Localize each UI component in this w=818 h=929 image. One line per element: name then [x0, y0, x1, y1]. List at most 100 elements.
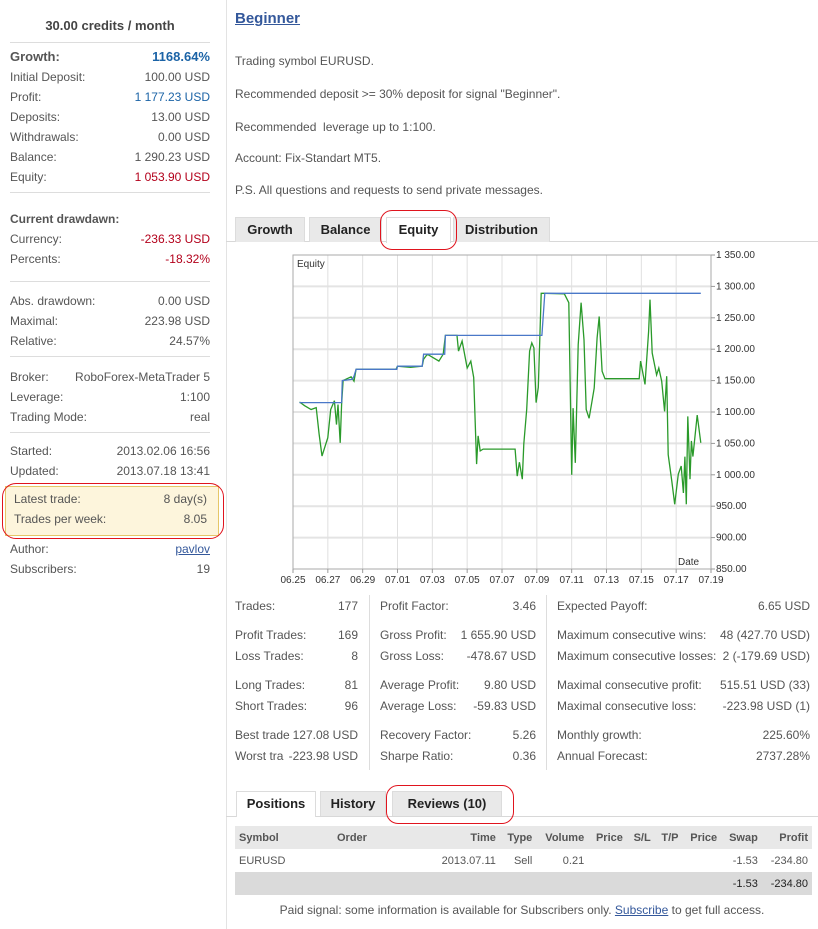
- currency-label: Currency:: [10, 232, 63, 246]
- stat-row: Worst tra -223.98 USD: [235, 748, 358, 764]
- stat-row: Annual Forecast: 2737.28%: [557, 748, 810, 764]
- updated-value: 2013.07.18 13:41: [116, 464, 210, 478]
- col-swap: Swap: [721, 826, 762, 849]
- divider: [10, 432, 210, 433]
- x-tick-label: 07.01: [385, 575, 410, 586]
- withdrawals-label: Withdrawals:: [10, 130, 79, 144]
- table-total-row: -1.53 -234.80: [235, 872, 812, 895]
- description-line: P.S. All questions and requests to send …: [235, 183, 543, 197]
- annotation-circle: [386, 785, 514, 824]
- leverage-value: 1:100: [179, 390, 210, 404]
- deposits-row: Deposits: 13.00 USD: [10, 108, 210, 126]
- y-tick-label: 850.00: [716, 564, 747, 575]
- stat-value: -59.83 USD: [473, 698, 536, 714]
- subscribers-label: Subscribers:: [10, 562, 77, 576]
- notice-text: to get full access.: [668, 903, 765, 917]
- stat-row: Profit Trades: 169: [235, 627, 358, 643]
- stat-value: 2 (-179.69 USD): [722, 648, 810, 664]
- stat-row: Gross Profit: 1 655.90 USD: [380, 627, 536, 643]
- withdrawals-row: Withdrawals: 0.00 USD: [10, 128, 210, 146]
- stat-value: 177: [337, 598, 358, 614]
- equity-chart: Equity Date 850.00 900.00 950.00 1 000.00 1 …: [280, 250, 755, 586]
- tab-history[interactable]: History: [320, 791, 386, 816]
- signal-summary-sidebar: 30.00 credits / month Growth: 1168.64% In…: [0, 0, 227, 929]
- broker-label: Broker:: [10, 370, 49, 384]
- cell-swap: -1.53: [732, 854, 758, 867]
- stat-value: 81: [344, 677, 358, 693]
- col-price: Price: [588, 826, 627, 849]
- stat-value: 96: [344, 698, 358, 714]
- stat-label: Short Trades:: [235, 699, 308, 713]
- author-row: Author: pavlov: [10, 540, 210, 558]
- author-link[interactable]: pavlov: [175, 540, 210, 558]
- chart-legend-label: Equity: [297, 259, 325, 270]
- cell-profit: -234.80: [770, 854, 808, 867]
- chart-series: [299, 292, 702, 505]
- y-tick-label: 1 000.00: [716, 470, 755, 481]
- cell-time: 2013.07.11: [441, 854, 496, 867]
- started-row: Started: 2013.02.06 16:56: [10, 442, 210, 460]
- cell-volume: 0.21: [562, 854, 585, 867]
- tab-balance[interactable]: Balance: [309, 217, 382, 242]
- stat-row: Profit Factor: 3.46: [380, 598, 536, 614]
- x-tick-label: 06.29: [350, 575, 375, 586]
- stat-value: 48 (427.70 USD): [719, 627, 810, 643]
- divider: [546, 595, 547, 770]
- stat-label: Best trade: [235, 728, 290, 742]
- stat-label: Maximal consecutive loss:: [557, 699, 697, 713]
- col-profit: Profit: [761, 826, 812, 849]
- divider: [10, 42, 210, 43]
- paid-signal-notice: Paid signal: some information is availab…: [226, 903, 818, 917]
- x-tick-label: 07.19: [698, 575, 723, 586]
- chart-grid: [293, 255, 711, 569]
- abs-drawdown-value: 0.00 USD: [157, 294, 210, 308]
- signal-title-link[interactable]: Beginner: [235, 10, 300, 27]
- stat-label: Sharpe Ratio:: [380, 749, 454, 763]
- tab-growth[interactable]: Growth: [235, 217, 305, 242]
- x-axis-label: Date: [678, 557, 700, 568]
- stat-row: Maximum consecutive losses: 2 (-179.69 US…: [557, 648, 810, 664]
- currency-value: -236.33 USD: [140, 232, 210, 246]
- profit-label: Profit:: [10, 90, 42, 104]
- stat-row: Expected Payoff: 6.65 USD: [557, 598, 810, 614]
- stat-value: -223.98 USD (1): [722, 698, 810, 714]
- maximal-label: Maximal:: [10, 314, 59, 328]
- col-time: Time: [431, 826, 500, 849]
- stat-row: Average Profit: 9.80 USD: [380, 677, 536, 693]
- stat-value: -478.67 USD: [466, 648, 536, 664]
- col-volume: Volume: [536, 826, 589, 849]
- updated-row: Updated: 2013.07.18 13:41: [10, 462, 210, 480]
- balance-row: Balance: 1 290.23 USD: [10, 148, 210, 166]
- equity-value: 1 053.90 USD: [134, 170, 210, 184]
- cell-tp: [655, 849, 683, 872]
- y-tick-label: 1 350.00: [716, 250, 755, 261]
- stat-row: Sharpe Ratio: 0.36: [380, 748, 536, 764]
- subscribe-link[interactable]: Subscribe: [615, 903, 668, 917]
- deposits-value: 13.00 USD: [151, 110, 210, 124]
- annotation-circle: [2, 483, 224, 539]
- stat-value: 127.08 USD: [292, 727, 358, 743]
- divider: [10, 192, 210, 193]
- x-tick-label: 06.27: [315, 575, 340, 586]
- abs-drawdown-label: Abs. drawdown:: [10, 294, 96, 308]
- x-tick-label: 07.05: [455, 575, 480, 586]
- x-tick-label: 07.07: [489, 575, 514, 586]
- trading-mode-row: Trading Mode: real: [10, 408, 210, 426]
- growth-row: Growth: 1168.64%: [10, 48, 210, 66]
- tab-distribution[interactable]: Distribution: [453, 217, 550, 242]
- initial-deposit-label: Initial Deposit:: [10, 70, 86, 84]
- equity-series-line: [299, 292, 702, 505]
- stat-label: Expected Payoff:: [557, 599, 648, 613]
- relative-value: 24.57%: [169, 334, 210, 348]
- tab-positions[interactable]: Positions: [236, 791, 316, 817]
- stat-value: 9.80 USD: [483, 677, 536, 693]
- y-tick-label: 1 250.00: [716, 313, 755, 324]
- stat-row: Loss Trades: 8: [235, 648, 358, 664]
- x-tick-label: 07.17: [664, 575, 689, 586]
- stat-row: Best trade 127.08 USD: [235, 727, 358, 743]
- description-line: Recommended deposit >= 30% deposit for s…: [235, 87, 561, 101]
- stat-value: 169: [337, 627, 358, 643]
- stat-value: 225.60%: [762, 727, 810, 743]
- stat-label: Worst tra: [235, 749, 284, 763]
- stat-label: Average Loss:: [380, 699, 457, 713]
